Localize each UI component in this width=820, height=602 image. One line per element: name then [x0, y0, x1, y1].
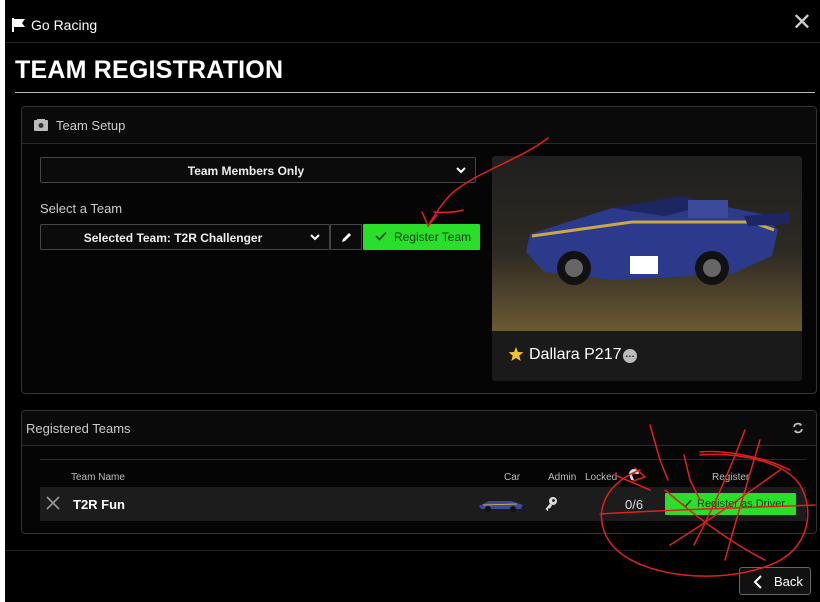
seat-icon: [628, 469, 640, 484]
team-setup-icon: [34, 119, 48, 131]
title-bar: Go Racing ✕: [5, 8, 820, 43]
column-car: Car: [504, 472, 521, 483]
slot-count: 0/6: [625, 497, 644, 512]
column-register: Register: [712, 472, 750, 483]
team-members-select-value: Team Members Only: [187, 164, 305, 178]
app-title: Go Racing: [31, 17, 98, 33]
register-as-driver-button[interactable]: Register as Driver: [665, 493, 796, 515]
team-setup-header: Team Setup: [22, 107, 816, 144]
car-card: Dallara P217 …: [492, 156, 802, 381]
info-icon[interactable]: …: [623, 349, 637, 363]
star-icon: [508, 347, 524, 361]
edit-team-button[interactable]: [330, 224, 362, 250]
team-name: T2R Fun: [73, 497, 125, 512]
remove-icon[interactable]: [46, 496, 60, 510]
app-window: Go Racing ✕ TEAM REGISTRATION Team Setup…: [5, 0, 820, 602]
registered-teams-panel: Registered Teams Team Name Car Admin Loc…: [21, 410, 817, 534]
check-icon: [681, 499, 692, 508]
team-setup-title: Team Setup: [56, 118, 126, 133]
pencil-icon: [342, 233, 351, 242]
page-title: TEAM REGISTRATION: [15, 56, 284, 84]
refresh-icon[interactable]: [792, 422, 804, 434]
registered-teams-title: Registered Teams: [26, 421, 131, 436]
car-thumbnail-icon[interactable]: [477, 498, 525, 512]
chevron-down-icon: [310, 234, 320, 241]
close-icon[interactable]: ✕: [792, 11, 812, 35]
column-team-name: Team Name: [71, 472, 125, 483]
back-button[interactable]: Back: [739, 567, 811, 595]
register-team-label: Register Team: [394, 230, 472, 244]
column-admin: Admin: [548, 472, 577, 483]
footer-divider: [5, 550, 820, 551]
team-select[interactable]: Selected Team: T2R Challenger: [40, 224, 330, 250]
team-select-value: Selected Team: T2R Challenger: [83, 231, 263, 245]
chevron-left-icon: [753, 575, 762, 589]
back-label: Back: [774, 574, 803, 589]
car-name: Dallara P217: [529, 346, 622, 363]
registered-teams-header: Registered Teams: [22, 411, 816, 446]
flag-icon: [12, 18, 25, 32]
car-image: [492, 156, 802, 331]
team-setup-panel: Team Setup Team Members Only Select a Te…: [21, 106, 817, 394]
select-team-label: Select a Team: [40, 201, 123, 216]
register-as-driver-label: Register as Driver: [697, 498, 786, 510]
team-members-select[interactable]: Team Members Only: [40, 157, 476, 183]
title-divider: [15, 92, 815, 93]
key-icon[interactable]: [544, 496, 558, 512]
table-row: T2R Fun 0/6 Register as Driver: [40, 487, 806, 521]
column-locked: Locked: [585, 472, 618, 483]
chevron-down-icon: [456, 167, 466, 174]
check-icon: [375, 231, 387, 241]
teams-table-header: Team Name Car Admin Locked Register: [40, 459, 806, 488]
register-team-button[interactable]: Register Team: [363, 224, 480, 250]
